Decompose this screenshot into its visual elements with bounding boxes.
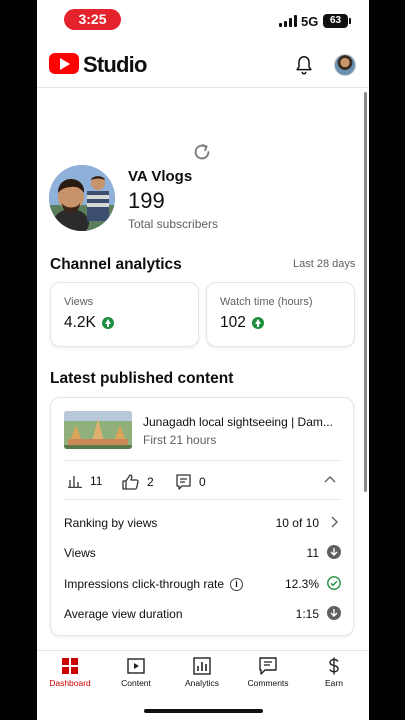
trend-up-icon <box>251 317 264 329</box>
watch-time-card[interactable]: Watch time (hours) 102 <box>206 282 355 347</box>
bar-chart-icon <box>68 476 82 488</box>
views-value: 4.2K <box>64 314 96 331</box>
nav-earn[interactable]: Earn <box>301 651 367 697</box>
ranking-label: Ranking by views <box>64 516 158 530</box>
network-label: 5G <box>301 14 319 29</box>
watch-time-value: 102 <box>220 314 246 331</box>
views-label: Views <box>64 296 94 308</box>
arrow-down-circle-icon <box>327 606 341 620</box>
home-indicator[interactable] <box>144 709 263 713</box>
subscriber-count: 199 <box>128 188 165 213</box>
ranking-value: 10 of 10 <box>275 516 319 530</box>
latest-content-title: Latest published content <box>50 370 234 387</box>
comments-metric: 0 <box>176 474 206 490</box>
info-icon[interactable]: i <box>230 577 244 591</box>
chevron-right-icon[interactable] <box>327 515 341 529</box>
comment-icon <box>176 474 191 490</box>
bottom-navigation: Dashboard Content Analytics Comments Ear… <box>37 650 369 696</box>
likes-count: 2 <box>147 475 154 489</box>
battery-icon: 63 <box>323 14 351 28</box>
channel-avatar[interactable] <box>49 165 115 231</box>
nav-content-label: Content <box>121 678 151 688</box>
content-icon <box>127 658 145 674</box>
nav-dashboard-label: Dashboard <box>49 678 91 688</box>
comments-count: 0 <box>199 475 206 489</box>
avg-duration-row: Average view duration 1:15 <box>64 604 341 624</box>
ranking-row[interactable]: Ranking by views 10 of 10 <box>64 513 341 533</box>
video-age: First 21 hours <box>143 433 217 447</box>
channel-analytics-title: Channel analytics <box>50 256 182 273</box>
scrollbar[interactable] <box>364 92 367 492</box>
avg-duration-value: 1:15 <box>295 607 319 621</box>
watch-time-label: Watch time (hours) <box>220 296 313 308</box>
comments-icon <box>259 657 277 675</box>
status-bar: 3:25 5G 63 <box>37 0 369 42</box>
analytics-icon <box>193 657 211 675</box>
divider <box>64 460 341 461</box>
subscriber-label: Total subscribers <box>128 217 219 231</box>
account-avatar[interactable] <box>334 54 356 76</box>
latest-content-card: Junagadh local sightseeing | Dam... Firs… <box>50 397 354 636</box>
likes-metric: 2 <box>122 474 154 490</box>
check-circle-icon <box>327 576 341 590</box>
views-card[interactable]: Views 4.2K <box>50 282 199 347</box>
refresh-spinner-icon <box>194 144 210 160</box>
dashboard-icon <box>62 658 78 674</box>
notifications-bell-icon[interactable] <box>293 53 315 77</box>
avg-duration-label: Average view duration <box>64 607 183 621</box>
video-title[interactable]: Junagadh local sightseeing | Dam... <box>143 415 343 429</box>
signal-icon <box>279 15 297 27</box>
nav-comments-label: Comments <box>247 678 289 688</box>
phone-screen: 3:25 5G 63 Studio VA Vlogs 199 Total sub… <box>37 0 369 720</box>
thumbs-up-icon <box>122 474 139 490</box>
nav-dashboard[interactable]: Dashboard <box>37 651 103 697</box>
trend-up-icon <box>101 317 114 329</box>
ctr-row: Impressions click-through rate i 12.3% <box>64 574 341 594</box>
app-header: Studio <box>37 42 369 88</box>
earn-icon <box>329 657 339 675</box>
status-time[interactable]: 3:25 <box>64 9 121 30</box>
arrow-down-circle-icon <box>327 545 341 559</box>
channel-name: VA Vlogs <box>128 168 193 185</box>
youtube-logo-icon[interactable] <box>49 53 79 74</box>
views-row-label: Views <box>64 546 96 560</box>
nav-analytics[interactable]: Analytics <box>169 651 235 697</box>
views-count: 11 <box>90 474 103 488</box>
views-row: Views 11 <box>64 543 341 563</box>
nav-comments[interactable]: Comments <box>235 651 301 697</box>
analytics-period: Last 28 days <box>293 258 356 270</box>
ctr-value: 12.3% <box>284 577 319 591</box>
nav-content[interactable]: Content <box>103 651 169 697</box>
video-thumbnail[interactable] <box>64 411 132 449</box>
ctr-label: Impressions click-through rate <box>64 577 225 591</box>
views-row-value: 11 <box>306 546 319 560</box>
chevron-up-icon[interactable] <box>323 474 337 484</box>
nav-analytics-label: Analytics <box>184 678 219 688</box>
views-metric: 11 <box>68 474 102 488</box>
studio-brand[interactable]: Studio <box>83 52 147 78</box>
nav-earn-label: Earn <box>325 678 343 688</box>
divider <box>64 499 341 500</box>
